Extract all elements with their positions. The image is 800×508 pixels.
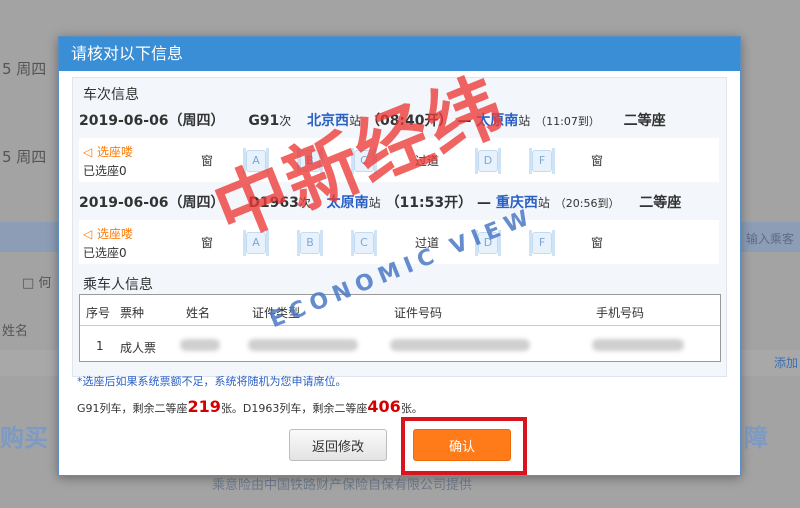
bg-name-field: 姓名 — [2, 324, 29, 339]
trip-1-date: 2019-06-06（周四） — [79, 113, 225, 129]
remaining-count-g91: 219 — [187, 397, 221, 416]
seat-c-label-2: C — [354, 232, 374, 254]
select-seat-toggle-2[interactable]: ◁ 选座喽 — [83, 225, 133, 242]
passenger-section-label: 乘车人信息 — [83, 277, 153, 293]
back-edit-button[interactable]: 返回修改 — [289, 429, 387, 461]
remaining-count-d1963: 406 — [367, 397, 401, 416]
pax-ticket-type: 成人票 — [120, 341, 157, 355]
trip-2-arrive: （20:56到） — [554, 197, 620, 210]
trip-2-train: D1963 — [248, 195, 299, 211]
seat-a-label-1: A — [246, 150, 266, 172]
dialog-body: 车次信息 2019-06-06（周四） G91次 北京西站 （08:40开） —… — [72, 77, 727, 377]
seat-d-label-1: D — [478, 150, 498, 172]
window-label-2b: 窗 — [591, 236, 604, 250]
confirm-button[interactable]: 确认 — [413, 429, 511, 461]
seat-a-button-1[interactable]: A — [243, 148, 269, 174]
trip-1-to-suffix: 站 — [518, 114, 531, 128]
seat-f-button-2[interactable]: F — [529, 230, 555, 256]
seat-b-button-1[interactable]: B — [297, 148, 323, 174]
th-ticket-type: 票种 — [120, 306, 145, 320]
remaining-mid: 张。D1963列车，剩余二等座 — [220, 402, 368, 415]
window-label-1: 窗 — [201, 154, 214, 168]
trip-1-arrive: （11:07到） — [535, 115, 600, 128]
trip-1-from-suffix: 站 — [349, 114, 362, 128]
pax-phone-redacted — [592, 339, 684, 351]
trip-2-seat-class: 二等座 — [639, 195, 682, 211]
bg-weekday-2: 5 周四 — [2, 148, 47, 166]
aisle-label-1: 过道 — [415, 154, 440, 168]
th-name: 姓名 — [186, 306, 211, 320]
seat-c-button-2[interactable]: C — [351, 230, 377, 256]
trip-1: 2019-06-06（周四） G91次 北京西站 （08:40开） — 太原南站… — [79, 110, 666, 130]
bg-weekday-1: 5 周四 — [2, 60, 47, 78]
select-seat-label-1: 选座喽 — [97, 145, 134, 159]
speaker-icon: ◁ — [83, 227, 93, 241]
seat-b-label-1: B — [300, 150, 320, 172]
seat-c-button-1[interactable]: C — [351, 148, 377, 174]
seat-d-label-2: D — [478, 232, 498, 254]
seat-f-button-1[interactable]: F — [529, 148, 555, 174]
chosen-count-2: 已选座0 — [83, 246, 127, 260]
pax-index: 1 — [96, 339, 104, 353]
bg-footer: 乘意险由中国铁路财产保险自保有限公司提供 — [212, 478, 473, 493]
trip-1-dash: — — [457, 113, 472, 129]
bg-checkbox[interactable]: □ 何 — [22, 272, 51, 291]
remaining-tickets: G91列车，剩余二等座219张。D1963列车，剩余二等座406张。 — [77, 397, 423, 416]
trip-2-depart: （11:53开） — [385, 195, 473, 211]
chosen-count-1: 已选座0 — [83, 164, 127, 178]
th-id-type: 证件类型 — [252, 306, 301, 320]
seat-d-button-1[interactable]: D — [475, 148, 501, 174]
trip-2-dash: — — [477, 195, 492, 211]
pax-id-type-redacted — [248, 339, 358, 351]
seat-note: *选座后如果系统票额不足，系统将随机为您申请席位。 — [77, 375, 347, 388]
seat-d-button-2[interactable]: D — [475, 230, 501, 256]
trip-2-date: 2019-06-06（周四） — [79, 195, 225, 211]
bg-left-heading: 购买 — [0, 424, 48, 452]
trip-1-train-suffix: 次 — [279, 114, 292, 128]
trip-2-from-suffix: 站 — [368, 196, 381, 210]
speaker-icon: ◁ — [83, 145, 93, 159]
th-index: 序号 — [86, 306, 111, 320]
trip-2: 2019-06-06（周四） D1963次 太原南站 （11:53开） — 重庆… — [79, 192, 681, 212]
trip-1-train: G91 — [248, 113, 280, 129]
trip-1-from: 北京西 — [307, 113, 350, 129]
pax-name-redacted — [180, 339, 220, 351]
bg-search-input[interactable]: 输入乘客 — [746, 230, 794, 247]
remaining-suffix: 张。 — [400, 402, 423, 415]
trip-2-to: 重庆西 — [495, 195, 538, 211]
seat-a-button-2[interactable]: A — [243, 230, 269, 256]
select-seat-label-2: 选座喽 — [97, 227, 134, 241]
select-seat-toggle-1[interactable]: ◁ 选座喽 — [83, 143, 133, 160]
trip-1-depart: （08:40开） — [365, 113, 453, 129]
pax-id-number-redacted — [390, 339, 530, 351]
confirm-dialog: 请核对以下信息 车次信息 2019-06-06（周四） G91次 北京西站 （0… — [58, 36, 741, 476]
trip-1-seat-class: 二等座 — [623, 113, 666, 129]
seat-f-label-1: F — [532, 150, 552, 172]
trains-section-label: 车次信息 — [83, 87, 139, 103]
remaining-prefix: G91列车，剩余二等座 — [77, 402, 188, 415]
seat-f-label-2: F — [532, 232, 552, 254]
trip-2-to-suffix: 站 — [537, 196, 550, 210]
seat-row-2: ◁ 选座喽 已选座0 窗 A B C 过道 D F 窗 — [79, 220, 719, 264]
bg-add-link[interactable]: 添加 — [774, 354, 798, 371]
dialog-title: 请核对以下信息 — [59, 37, 740, 71]
seat-c-label-1: C — [354, 150, 374, 172]
aisle-label-2: 过道 — [415, 236, 440, 250]
window-label-2: 窗 — [201, 236, 214, 250]
trip-2-train-suffix: 次 — [298, 196, 311, 210]
th-phone: 手机号码 — [596, 306, 645, 320]
trip-2-from: 太原南 — [326, 195, 369, 211]
seat-b-button-2[interactable]: B — [297, 230, 323, 256]
th-id-number: 证件号码 — [394, 306, 443, 320]
seat-b-label-2: B — [300, 232, 320, 254]
seat-a-label-2: A — [246, 232, 266, 254]
window-label-1b: 窗 — [591, 154, 604, 168]
seat-row-1: ◁ 选座喽 已选座0 窗 A B C 过道 D F 窗 — [79, 138, 719, 182]
passenger-table: 序号 票种 姓名 证件类型 证件号码 手机号码 1 成人票 — [79, 294, 721, 362]
trip-1-to: 太原南 — [476, 113, 519, 129]
bg-right-heading: 障 — [744, 424, 768, 452]
table-divider — [80, 325, 720, 326]
